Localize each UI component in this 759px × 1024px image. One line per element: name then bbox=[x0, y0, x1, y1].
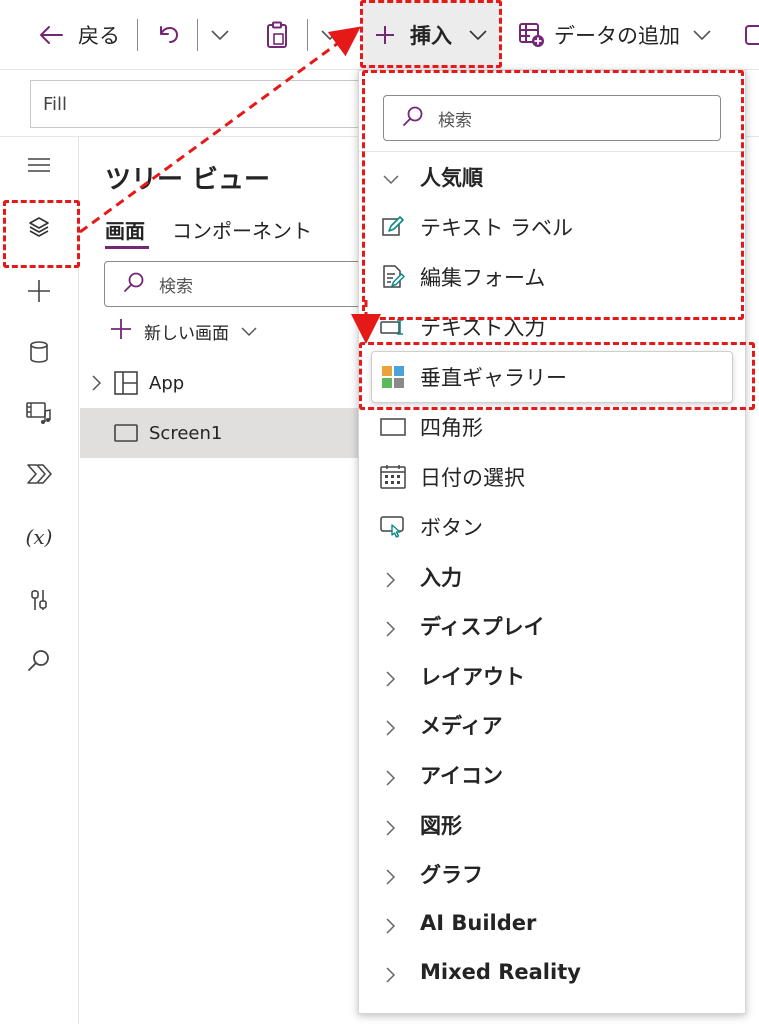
date-picker-icon bbox=[379, 463, 407, 491]
undo-icon bbox=[155, 22, 181, 48]
menu-item-label: 日付の選択 bbox=[420, 466, 525, 490]
property-selector[interactable]: Fill bbox=[30, 80, 370, 128]
chevron-right-icon bbox=[383, 668, 399, 687]
tree-item-app[interactable]: App bbox=[80, 358, 370, 408]
tab-components[interactable]: コンポーネント bbox=[172, 215, 312, 244]
menu-item-button[interactable]: ボタン bbox=[359, 502, 745, 552]
undo-button[interactable] bbox=[155, 0, 181, 70]
category-layout[interactable]: レイアウト bbox=[359, 651, 745, 701]
category-icons[interactable]: アイコン bbox=[359, 750, 745, 800]
annotation-box-tree-view bbox=[3, 200, 80, 268]
tree-view-panel: ツリー ビュー 画面 コンポーネント 検索 新しい画面 App Screen1 bbox=[80, 137, 374, 1024]
category-charts[interactable]: グラフ bbox=[359, 849, 745, 899]
menu-item-label: ボタン bbox=[420, 516, 483, 540]
tree-item-label: App bbox=[149, 372, 185, 394]
media-icon bbox=[25, 400, 53, 430]
toolbar-divider bbox=[137, 19, 138, 51]
advanced-tools-button[interactable] bbox=[20, 583, 58, 621]
category-input[interactable]: 入力 bbox=[359, 552, 745, 602]
tree-item-screen1[interactable]: Screen1 bbox=[80, 408, 370, 458]
undo-dropdown-button[interactable] bbox=[210, 0, 230, 70]
menu-item-date-picker[interactable]: 日付の選択 bbox=[359, 452, 745, 502]
clipboard-icon bbox=[264, 21, 290, 49]
category-display[interactable]: ディスプレイ bbox=[359, 601, 745, 651]
comment-icon bbox=[744, 23, 759, 47]
menu-button[interactable] bbox=[20, 148, 58, 186]
category-label: 入力 bbox=[420, 566, 462, 590]
chevron-right-icon bbox=[383, 569, 399, 588]
category-label: Mixed Reality bbox=[420, 960, 581, 984]
search-icon bbox=[27, 648, 51, 676]
data-button[interactable] bbox=[20, 335, 58, 373]
category-ai-builder[interactable]: AI Builder bbox=[359, 898, 745, 948]
plus-icon bbox=[110, 318, 132, 345]
category-shapes[interactable]: 図形 bbox=[359, 800, 745, 850]
chevron-down-icon bbox=[692, 29, 712, 41]
category-label: ディスプレイ bbox=[420, 615, 545, 639]
category-label: アイコン bbox=[420, 764, 503, 788]
paste-dropdown-button[interactable] bbox=[320, 0, 340, 70]
tree-search-input[interactable]: 検索 bbox=[104, 261, 374, 307]
chevron-right-icon bbox=[383, 717, 399, 736]
annotation-box-insert bbox=[360, 0, 502, 68]
paste-button[interactable] bbox=[264, 0, 290, 70]
active-tab-indicator bbox=[105, 246, 149, 249]
plus-icon bbox=[27, 279, 51, 307]
category-label: レイアウト bbox=[420, 665, 525, 689]
toolbar-divider bbox=[307, 19, 308, 51]
menu-item-label: 四角形 bbox=[420, 416, 483, 440]
category-label: メディア bbox=[420, 714, 503, 738]
left-rail: (x) bbox=[0, 137, 79, 1024]
screen-icon bbox=[114, 424, 138, 447]
category-label: グラフ bbox=[420, 863, 483, 887]
arrow-left-icon bbox=[38, 24, 64, 46]
chevron-right-icon bbox=[383, 817, 399, 836]
insert-rail-button[interactable] bbox=[20, 274, 58, 312]
search-icon bbox=[123, 271, 145, 298]
chevron-right-icon bbox=[383, 866, 399, 885]
rectangle-icon bbox=[379, 413, 407, 441]
chevron-right-icon bbox=[92, 375, 102, 396]
tools-icon bbox=[29, 587, 49, 617]
back-button[interactable]: 戻る bbox=[38, 0, 120, 70]
category-label: AI Builder bbox=[420, 911, 537, 935]
chevron-down-icon bbox=[210, 29, 230, 41]
button-icon bbox=[379, 513, 407, 541]
power-automate-icon bbox=[26, 463, 52, 489]
category-label: 図形 bbox=[420, 814, 462, 838]
search-placeholder: 検索 bbox=[159, 276, 193, 297]
tab-screens[interactable]: 画面 bbox=[105, 215, 145, 244]
annotation-box-gallery bbox=[359, 342, 755, 410]
search-rail-button[interactable] bbox=[20, 643, 58, 681]
hamburger-icon bbox=[27, 157, 51, 177]
table-add-icon bbox=[518, 21, 546, 49]
new-screen-label: 新しい画面 bbox=[144, 324, 229, 344]
chevron-down-icon bbox=[241, 322, 257, 342]
annotation-box-menu bbox=[362, 70, 744, 320]
category-mixed-reality[interactable]: Mixed Reality bbox=[359, 947, 745, 997]
chevron-right-icon bbox=[383, 964, 399, 983]
add-data-label: データの追加 bbox=[554, 24, 680, 48]
panel-title: ツリー ビュー bbox=[105, 165, 271, 195]
tree-item-label: Screen1 bbox=[149, 422, 223, 444]
power-automate-button[interactable] bbox=[20, 457, 58, 495]
overflow-toolbar-item[interactable] bbox=[744, 0, 759, 70]
chevron-right-icon bbox=[383, 618, 399, 637]
chevron-down-icon bbox=[320, 29, 340, 41]
app-icon bbox=[114, 371, 138, 400]
add-data-button[interactable]: データの追加 bbox=[518, 0, 712, 70]
category-media[interactable]: メディア bbox=[359, 700, 745, 750]
variables-icon: (x) bbox=[25, 525, 53, 549]
chevron-right-icon bbox=[383, 915, 399, 934]
variables-button[interactable]: (x) bbox=[20, 518, 58, 556]
new-screen-button[interactable]: 新しい画面 bbox=[110, 318, 257, 345]
media-button[interactable] bbox=[20, 396, 58, 434]
back-label: 戻る bbox=[78, 24, 120, 48]
database-icon bbox=[29, 340, 49, 368]
toolbar-divider bbox=[197, 19, 198, 51]
property-name: Fill bbox=[43, 93, 68, 115]
chevron-right-icon bbox=[383, 767, 399, 786]
